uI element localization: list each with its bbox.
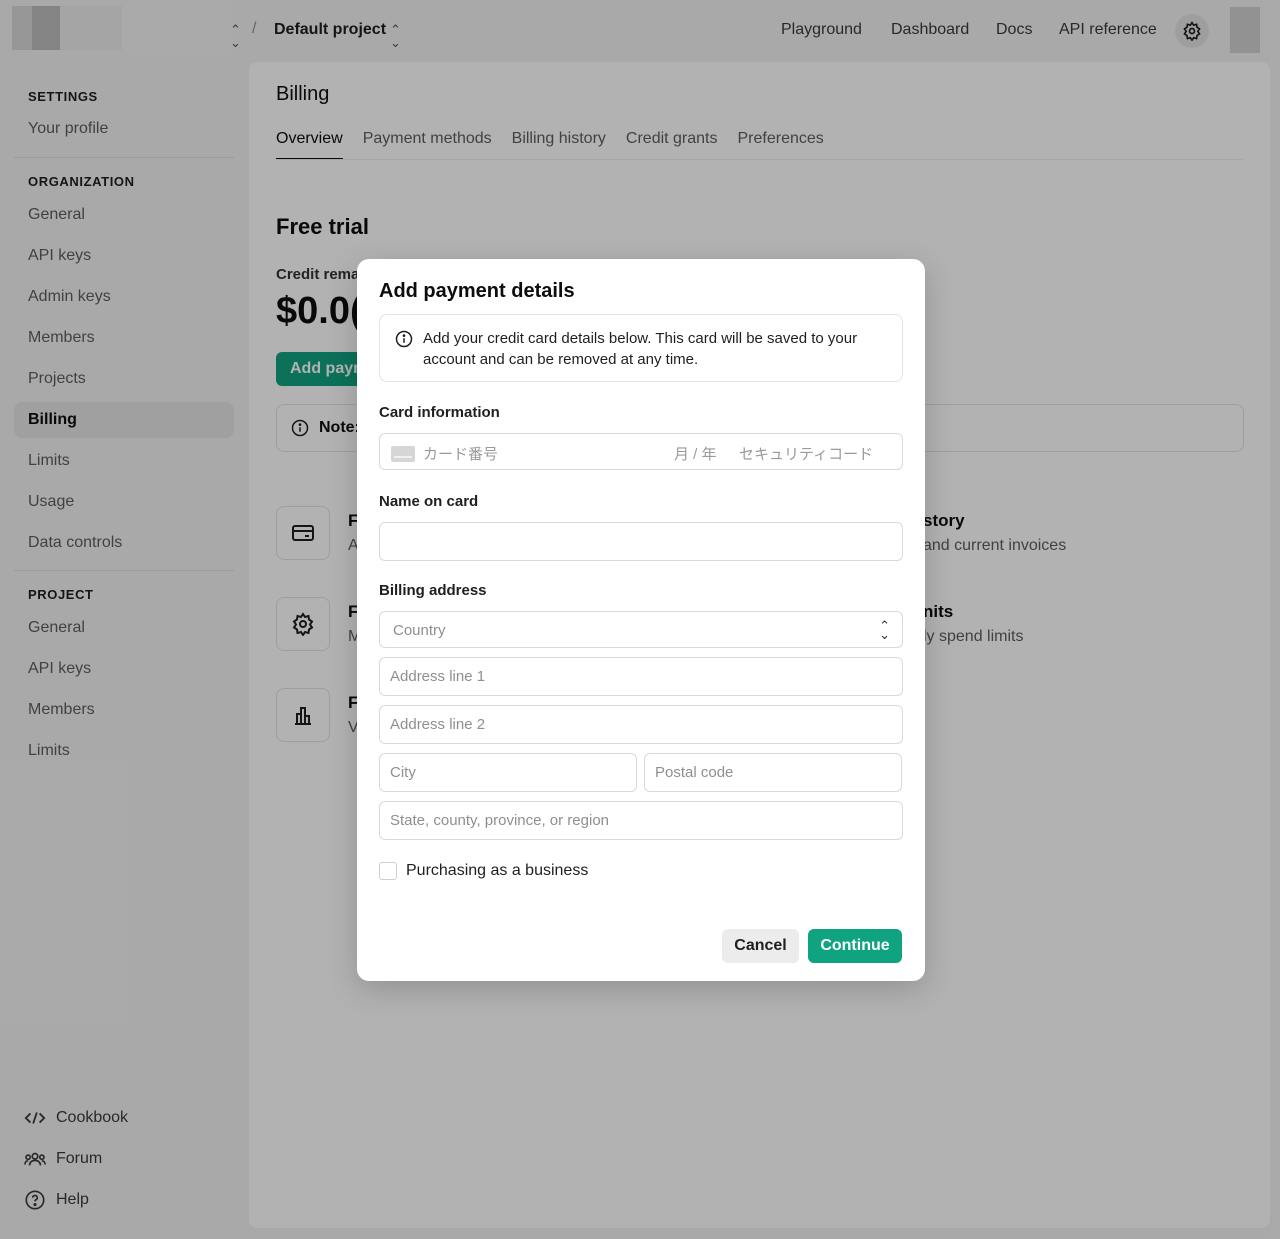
card-information-input[interactable]: カード番号 月 / 年 セキュリティコード bbox=[379, 433, 903, 470]
name-on-card-input[interactable] bbox=[379, 522, 903, 561]
city-placeholder: City bbox=[390, 764, 416, 781]
modal-title: Add payment details bbox=[379, 280, 575, 302]
continue-button[interactable]: Continue bbox=[808, 929, 902, 963]
cvc-placeholder[interactable]: セキュリティコード bbox=[739, 443, 873, 464]
add-payment-modal: Add payment details Add your credit card… bbox=[357, 259, 925, 981]
region-placeholder: State, county, province, or region bbox=[390, 812, 610, 829]
chevron-up-down-icon: ⌃ ⌄ bbox=[879, 618, 890, 642]
address-line-2-placeholder: Address line 2 bbox=[390, 716, 486, 733]
info-box: Add your credit card details below. This… bbox=[379, 314, 903, 382]
expiry-placeholder[interactable]: 月 / 年 bbox=[674, 443, 717, 464]
info-text: Add your credit card details below. This… bbox=[423, 330, 858, 368]
country-placeholder: Country bbox=[393, 622, 446, 639]
info-icon bbox=[395, 330, 413, 348]
postal-code-placeholder: Postal code bbox=[655, 764, 734, 781]
card-brand-icon bbox=[391, 446, 415, 462]
address-line-1-placeholder: Address line 1 bbox=[390, 668, 486, 685]
address-line-1-input[interactable]: Address line 1 bbox=[379, 657, 903, 696]
postal-code-input[interactable]: Postal code bbox=[644, 753, 902, 792]
name-on-card-label: Name on card bbox=[379, 493, 479, 510]
billing-address-label: Billing address bbox=[379, 582, 487, 599]
address-line-2-input[interactable]: Address line 2 bbox=[379, 705, 903, 744]
region-input[interactable]: State, county, province, or region bbox=[379, 801, 903, 840]
business-checkbox-label[interactable]: Purchasing as a business bbox=[406, 862, 588, 880]
country-select[interactable]: Country ⌃ ⌄ bbox=[379, 611, 903, 648]
city-input[interactable]: City bbox=[379, 753, 637, 792]
card-number-placeholder[interactable]: カード番号 bbox=[423, 443, 498, 464]
card-info-label: Card information bbox=[379, 404, 500, 421]
cancel-button[interactable]: Cancel bbox=[722, 929, 799, 963]
business-checkbox[interactable] bbox=[379, 862, 397, 880]
